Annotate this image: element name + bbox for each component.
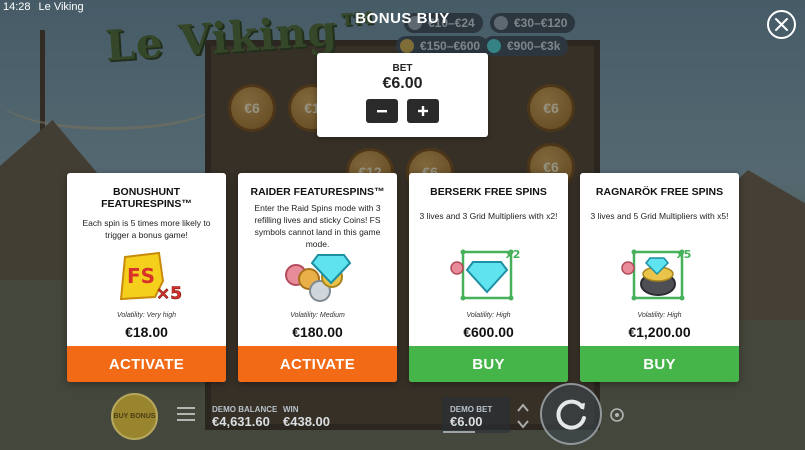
menu-icon [177,407,195,409]
bet-up-arrow-icon[interactable] [516,402,530,414]
autoplay-icon[interactable] [609,407,625,423]
bet-value: €6.00 [382,75,423,92]
bonus-card-raider: RAIDER FEATURESPINS™ Enter the Raid Spin… [238,173,397,382]
menu-button[interactable] [177,407,195,421]
card-description: 3 lives and 5 Grid Multipliers with x5! [590,211,729,221]
bet-controls [317,99,488,123]
activate-button[interactable]: ACTIVATE [67,346,226,382]
svg-text:×5: ×5 [156,284,182,304]
pot-grid-multiplier-icon: x5 [621,248,692,301]
increase-bet-button[interactable] [407,99,439,123]
svg-text:FS: FS [127,264,155,288]
volatility-label: Volatility: High [466,312,511,319]
card-price: €1,200.00 [628,324,691,340]
coins-and-gem-icon [285,254,352,302]
card-title: BERSERK FREE SPINS [430,186,547,198]
activate-button[interactable]: ACTIVATE [238,346,397,382]
card-price: €18.00 [125,324,168,340]
card-title: RAIDER FEATURESPINS™ [250,186,385,198]
minus-icon [377,110,387,113]
card-price: €600.00 [463,324,514,340]
bet-label: BET [392,63,413,74]
gem-grid-multiplier-icon: x2 [450,248,521,301]
card-description: 3 lives and 3 Grid Multipliers with x2! [419,211,558,221]
card-price: €180.00 [292,324,343,340]
bet-panel: BET €6.00 [317,53,488,137]
buy-button[interactable]: BUY [409,346,568,382]
bonus-card-berserk: BERSERK FREE SPINS 3 lives and 3 Grid Mu… [409,173,568,382]
fs-multiplier-icon: FS ×5 [119,251,182,304]
svg-text:x5: x5 [677,248,692,261]
card-description: Each spin is 5 times more likely to trig… [82,218,211,240]
demo-balance-label: DEMO BALANCE [212,405,278,414]
volatility-label: Volatility: Medium [290,312,345,319]
buy-button[interactable]: BUY [580,346,739,382]
demo-bet-underline [443,431,475,433]
card-title: RAGNARÖK FREE SPINS [595,186,724,198]
bonus-card-bonushunt: BONUSHUNT FEATURESPINS™ Each spin is 5 t… [67,173,226,382]
bonus-card-ragnarok: RAGNARÖK FREE SPINS 3 lives and 5 Grid M… [580,173,739,382]
demo-bet-label: DEMO BET [450,405,493,414]
bet-down-arrow-icon[interactable] [516,418,530,430]
spin-icon [556,399,586,430]
close-icon [775,18,788,31]
demo-bet-value: €6.00 [450,414,483,429]
card-description: Enter the Raid Spins mode with 3 refilli… [254,203,381,249]
plus-icon [418,106,428,116]
spin-button[interactable] [540,383,602,445]
buy-bonus-button[interactable]: BUY BONUS [111,393,158,440]
win-label: WIN [283,405,299,414]
win-value: €438.00 [283,414,330,429]
volatility-label: Volatility: Very high [116,312,176,319]
page-title: BONUS BUY [355,10,450,27]
decrease-bet-button[interactable] [366,99,398,123]
card-title: BONUSHUNT FEATURESPINS™ [101,186,192,210]
volatility-label: Volatility: High [637,312,682,319]
close-button[interactable] [767,10,796,39]
svg-text:x2: x2 [506,248,521,261]
demo-balance-value: €4,631.60 [212,414,270,429]
